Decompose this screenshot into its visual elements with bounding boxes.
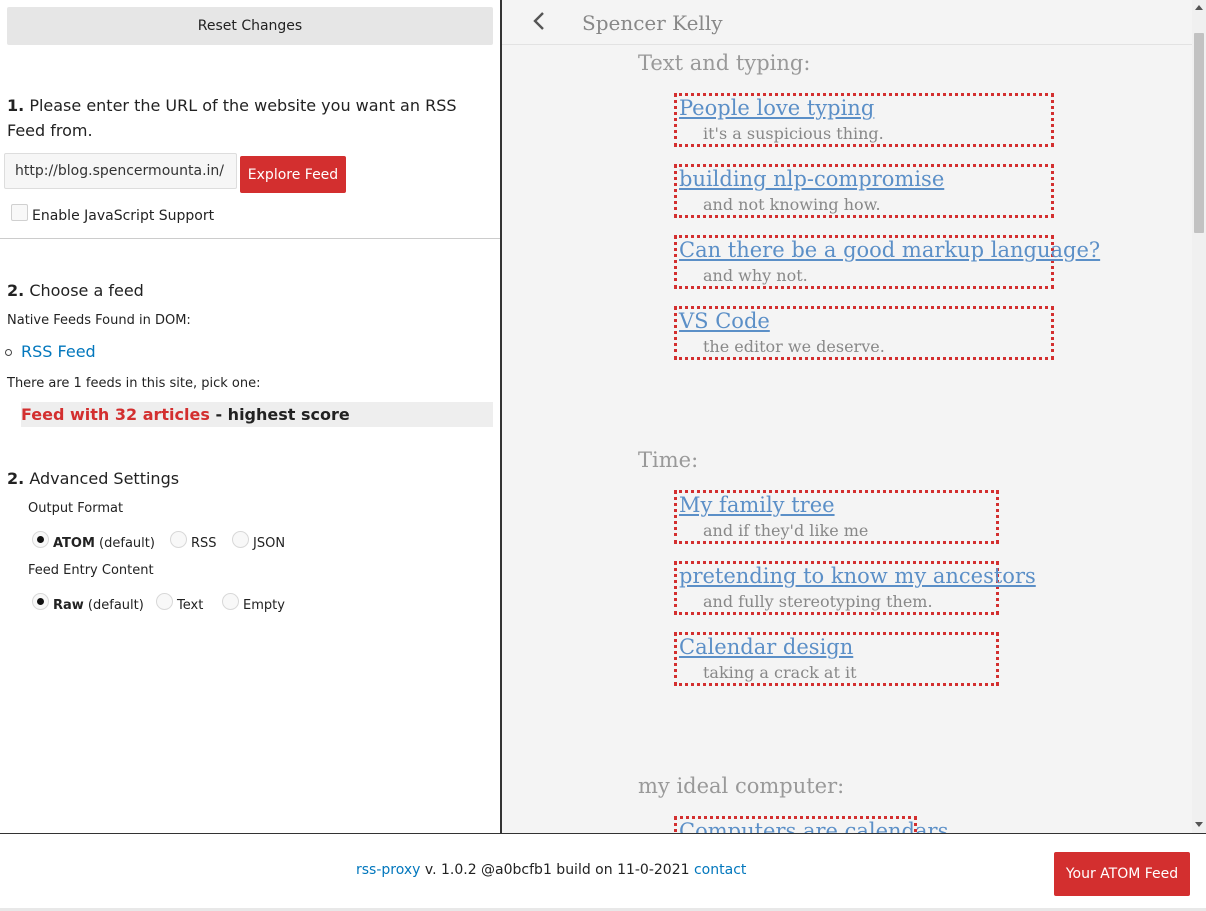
step1-label: Please enter the URL of the website you … — [7, 96, 457, 140]
output-format-rss-label: RSS — [191, 536, 217, 551]
entry-content-empty-label: Empty — [243, 598, 285, 613]
list-bullet-icon — [5, 349, 12, 356]
step1-number: 1. — [7, 96, 25, 115]
scroll-up-icon[interactable] — [1195, 5, 1203, 10]
feed-option-title: Feed with 32 articles — [21, 405, 210, 424]
build-info: rss-proxy v. 1.0.2 @a0bcfb1 build on 11-… — [356, 862, 746, 878]
output-format-atom-radio[interactable] — [32, 531, 49, 548]
explore-feed-button[interactable]: Explore Feed — [240, 156, 346, 193]
contact-link[interactable]: contact — [694, 862, 746, 878]
article-subtitle: and if they'd like me — [703, 521, 869, 540]
entry-content-label: Feed Entry Content — [28, 563, 154, 578]
article-subtitle: the editor we deserve. — [703, 337, 885, 356]
article-link[interactable]: building nlp-compromise — [679, 167, 944, 191]
output-format-json-radio[interactable] — [232, 531, 249, 548]
article-item: Calendar design taking a crack at it — [674, 632, 999, 686]
javascript-support-checkbox[interactable] — [11, 204, 28, 221]
output-format-atom-label: ATOM (default) — [53, 536, 155, 551]
advanced-settings-heading: 2. Advanced Settings — [7, 469, 179, 488]
article-link[interactable]: Computers are calendars — [679, 819, 948, 833]
reset-changes-button[interactable]: Reset Changes — [7, 7, 493, 45]
entry-content-text-label: Text — [177, 598, 204, 613]
feed-option-score: - highest score — [209, 405, 350, 424]
native-feeds-label: Native Feeds Found in DOM: — [7, 313, 191, 328]
scroll-down-icon[interactable] — [1195, 822, 1203, 827]
site-preview: Spencer Kelly Text and typing: People lo… — [502, 0, 1206, 833]
section-title: my ideal computer: — [638, 774, 845, 798]
step3-number: 2. — [7, 469, 25, 488]
entry-content-raw-radio[interactable] — [32, 593, 49, 610]
version-text: v. 1.0.2 @a0bcfb1 build on 11-0-2021 — [420, 862, 694, 878]
url-input[interactable] — [4, 153, 237, 189]
article-link[interactable]: VS Code — [679, 309, 770, 333]
back-arrow-icon[interactable] — [530, 9, 550, 33]
article-link[interactable]: Can there be a good markup language? — [679, 238, 1100, 262]
native-rss-feed-link[interactable]: RSS Feed — [21, 342, 96, 361]
article-link[interactable]: pretending to know my ancestors — [679, 564, 1036, 588]
article-subtitle: and why not. — [703, 266, 808, 285]
javascript-support-label: Enable JavaScript Support — [32, 208, 215, 224]
article-link[interactable]: People love typing — [679, 96, 874, 120]
article-subtitle: and not knowing how. — [703, 195, 881, 214]
preview-scrollbar[interactable] — [1192, 0, 1206, 833]
your-atom-feed-button[interactable]: Your ATOM Feed — [1054, 852, 1190, 896]
article-item: People love typing it's a suspicious thi… — [674, 93, 1054, 147]
section-divider — [0, 238, 500, 239]
output-format-label: Output Format — [28, 501, 124, 516]
article-item: My family tree and if they'd like me — [674, 490, 999, 544]
step3-label: Advanced Settings — [29, 469, 180, 488]
section-title: Time: — [638, 448, 699, 472]
preview-header: Spencer Kelly — [502, 0, 1192, 45]
output-format-json-label: JSON — [253, 536, 286, 551]
article-subtitle: taking a crack at it — [703, 663, 857, 682]
step2-heading: 2. Choose a feed — [7, 281, 144, 300]
project-link[interactable]: rss-proxy — [356, 862, 420, 878]
entry-content-empty-radio[interactable] — [222, 593, 239, 610]
feed-option[interactable]: Feed with 32 articles - highest score — [21, 402, 493, 427]
entry-content-text-radio[interactable] — [156, 593, 173, 610]
footer: rss-proxy v. 1.0.2 @a0bcfb1 build on 11-… — [0, 833, 1206, 911]
article-subtitle: and fully stereotyping them. — [703, 592, 933, 611]
article-link[interactable]: My family tree — [679, 493, 835, 517]
article-link[interactable]: Calendar design — [679, 635, 853, 659]
section-title: Text and typing: — [638, 51, 811, 75]
article-subtitle: it's a suspicious thing. — [703, 124, 884, 143]
scrollbar-thumb[interactable] — [1194, 33, 1204, 233]
entry-content-raw-label: Raw (default) — [53, 598, 144, 613]
article-item: Can there be a good markup language? and… — [674, 235, 1100, 289]
article-item: VS Code the editor we deserve. — [674, 306, 1054, 360]
step1-instruction: 1. Please enter the URL of the website y… — [7, 93, 487, 143]
settings-panel: Reset Changes 1. Please enter the URL of… — [0, 0, 500, 833]
site-title: Spencer Kelly — [582, 11, 723, 35]
feeds-count-text: There are 1 feeds in this site, pick one… — [7, 376, 261, 391]
output-format-rss-radio[interactable] — [170, 531, 187, 548]
article-item: building nlp-compromise and not knowing … — [674, 164, 1054, 218]
step2-label: Choose a feed — [29, 281, 144, 300]
article-item: pretending to know my ancestors and full… — [674, 561, 1036, 615]
article-item: Computers are calendars — [674, 816, 948, 833]
step2-number: 2. — [7, 281, 25, 300]
